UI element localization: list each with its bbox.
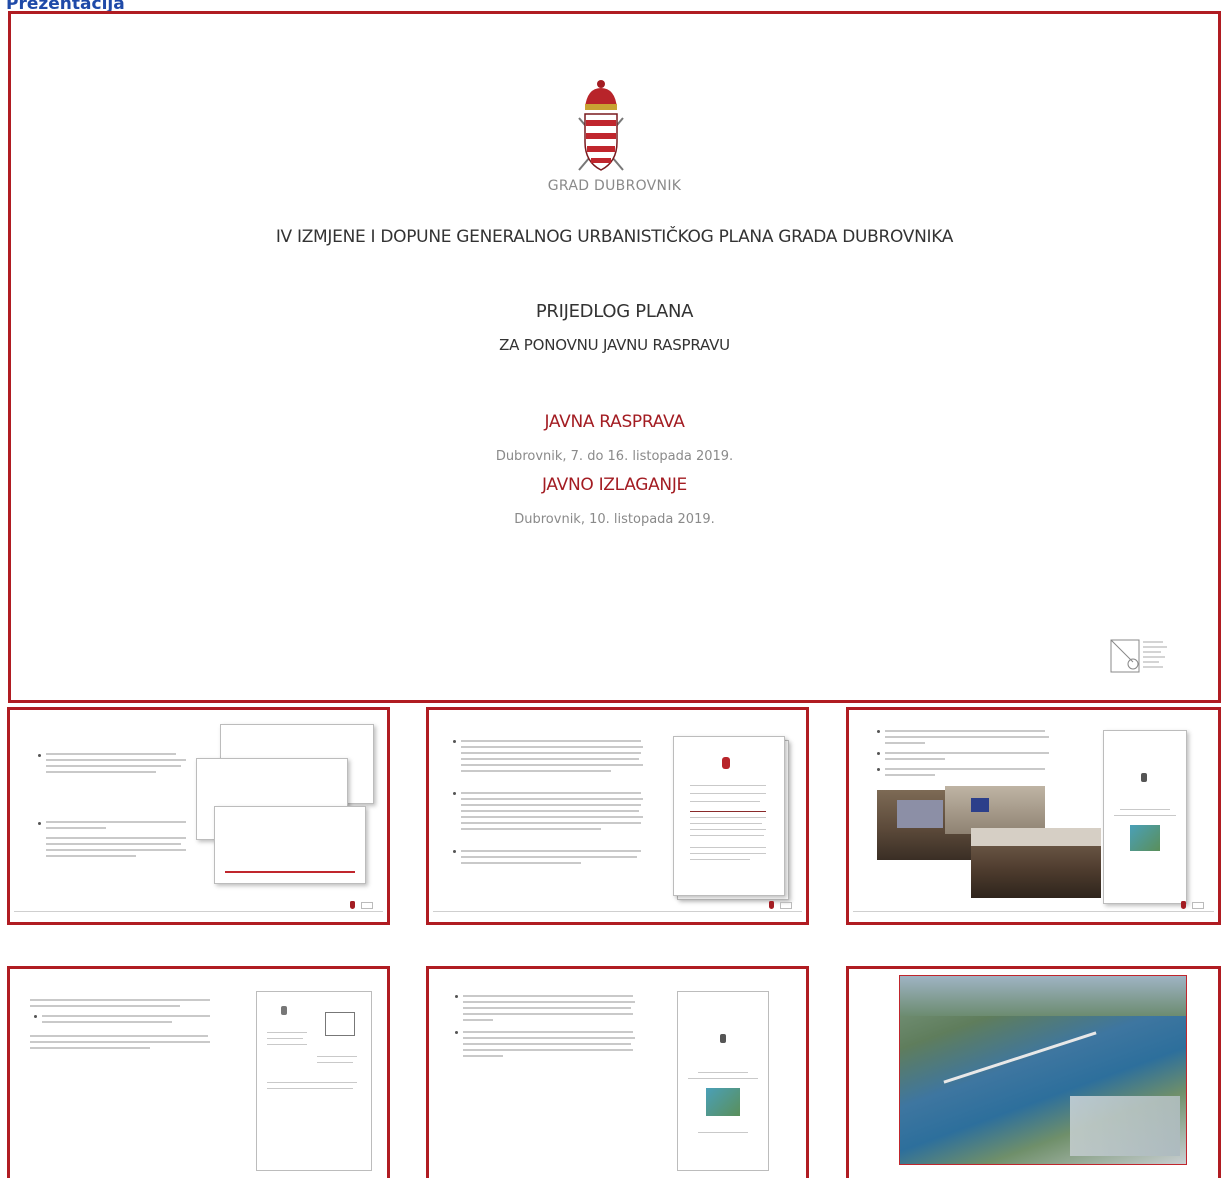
- text-line: [461, 758, 639, 760]
- text-line: [461, 850, 641, 852]
- slide-footer: [14, 901, 383, 912]
- text-line: [42, 1021, 172, 1023]
- document-page: [256, 991, 372, 1171]
- text-line: [461, 804, 641, 806]
- bullet: [453, 792, 456, 795]
- event-public-presentation-title: JAVNO IZLAGANJE: [541, 475, 687, 495]
- slide-footer: [433, 901, 802, 912]
- text-line: [46, 855, 136, 857]
- institute-logo-icon: [1192, 902, 1204, 909]
- institute-logo-icon: [1110, 639, 1167, 673]
- plan-title: IV IZMJENE I DOPUNE GENERALNOG URBANISTI…: [275, 227, 954, 247]
- text-line: [46, 759, 186, 761]
- text-line: [463, 1001, 635, 1003]
- text-line: [461, 822, 641, 824]
- institute-logo-icon: [780, 902, 792, 909]
- bullet: [455, 1031, 458, 1034]
- audience-photo: [971, 828, 1101, 898]
- text-line: [885, 730, 1045, 732]
- bullet: [38, 822, 41, 825]
- text-line: [30, 1047, 150, 1049]
- text-line: [30, 1005, 180, 1007]
- text-line: [463, 1037, 635, 1039]
- text-line: [461, 810, 639, 812]
- text-line: [46, 771, 156, 773]
- coat-of-arms-icon: [1181, 901, 1186, 909]
- proposal-title: PRIJEDLOG PLANA: [535, 301, 694, 322]
- text-line: [463, 995, 633, 997]
- proposal-subtitle: ZA PONOVNU JAVNU RASPRAVU: [499, 336, 730, 354]
- text-line: [46, 827, 106, 829]
- meeting-photo: [945, 786, 1045, 834]
- text-line: [30, 1041, 210, 1043]
- text-line: [461, 798, 643, 800]
- text-line: [463, 1019, 493, 1021]
- text-line: [463, 1031, 633, 1033]
- bullet: [877, 752, 880, 755]
- slide-footer: [853, 901, 1214, 912]
- text-line: [46, 837, 186, 839]
- slide-thumbnail-5[interactable]: [426, 966, 809, 1178]
- event-public-presentation-date: Dubrovnik, 10. listopada 2019.: [514, 512, 715, 527]
- text-line: [42, 1015, 210, 1017]
- document-page: [673, 736, 785, 896]
- text-line: [461, 792, 641, 794]
- text-line: [885, 752, 1049, 754]
- slide-thumbnail-3[interactable]: [846, 707, 1221, 925]
- slide-thumbnail-2[interactable]: [426, 707, 809, 925]
- slide-thumbnail-1[interactable]: [7, 707, 390, 925]
- text-line: [461, 828, 601, 830]
- slide-thumbnail-4[interactable]: [7, 966, 390, 1178]
- text-line: [461, 746, 643, 748]
- text-line: [461, 764, 643, 766]
- coat-of-arms-icon: [578, 80, 624, 171]
- text-line: [885, 758, 945, 760]
- text-line: [46, 821, 186, 823]
- text-line: [30, 1035, 208, 1037]
- text-line: [461, 862, 581, 864]
- document-page: [214, 806, 366, 884]
- slide-thumbnail-6[interactable]: [846, 966, 1221, 1178]
- text-line: [463, 1007, 631, 1009]
- text-line: [885, 774, 935, 776]
- event-public-debate-date: Dubrovnik, 7. do 16. listopada 2019.: [495, 449, 734, 464]
- text-line: [885, 768, 1045, 770]
- text-line: [461, 816, 643, 818]
- text-line: [463, 1013, 633, 1015]
- event-public-debate-title: JAVNA RASPRAVA: [544, 412, 685, 432]
- text-line: [46, 843, 181, 845]
- institute-logo-icon: [361, 902, 373, 909]
- text-line: [463, 1049, 633, 1051]
- bullet: [38, 754, 41, 757]
- text-line: [30, 999, 210, 1001]
- document-page: [677, 991, 769, 1171]
- text-line: [461, 856, 637, 858]
- bullet: [453, 850, 456, 853]
- aerial-bridge-photo: [899, 975, 1187, 1165]
- bullet: [877, 768, 880, 771]
- text-line: [885, 742, 925, 744]
- text-line: [885, 736, 1049, 738]
- coat-of-arms-icon: [769, 901, 774, 909]
- text-line: [461, 770, 611, 772]
- city-name: GRAD DUBROVNIK: [547, 178, 682, 194]
- bullet: [455, 995, 458, 998]
- main-slide[interactable]: GRAD DUBROVNIK IV IZMJENE I DOPUNE GENER…: [8, 11, 1221, 703]
- bullet: [34, 1015, 37, 1018]
- text-line: [461, 752, 641, 754]
- text-line: [46, 849, 186, 851]
- document-page: [1103, 730, 1187, 904]
- text-line: [46, 765, 181, 767]
- bullet: [877, 730, 880, 733]
- text-line: [463, 1043, 631, 1045]
- coat-of-arms-icon: [350, 901, 355, 909]
- text-line: [463, 1055, 503, 1057]
- text-line: [461, 740, 641, 742]
- text-line: [46, 753, 176, 755]
- bullet: [453, 740, 456, 743]
